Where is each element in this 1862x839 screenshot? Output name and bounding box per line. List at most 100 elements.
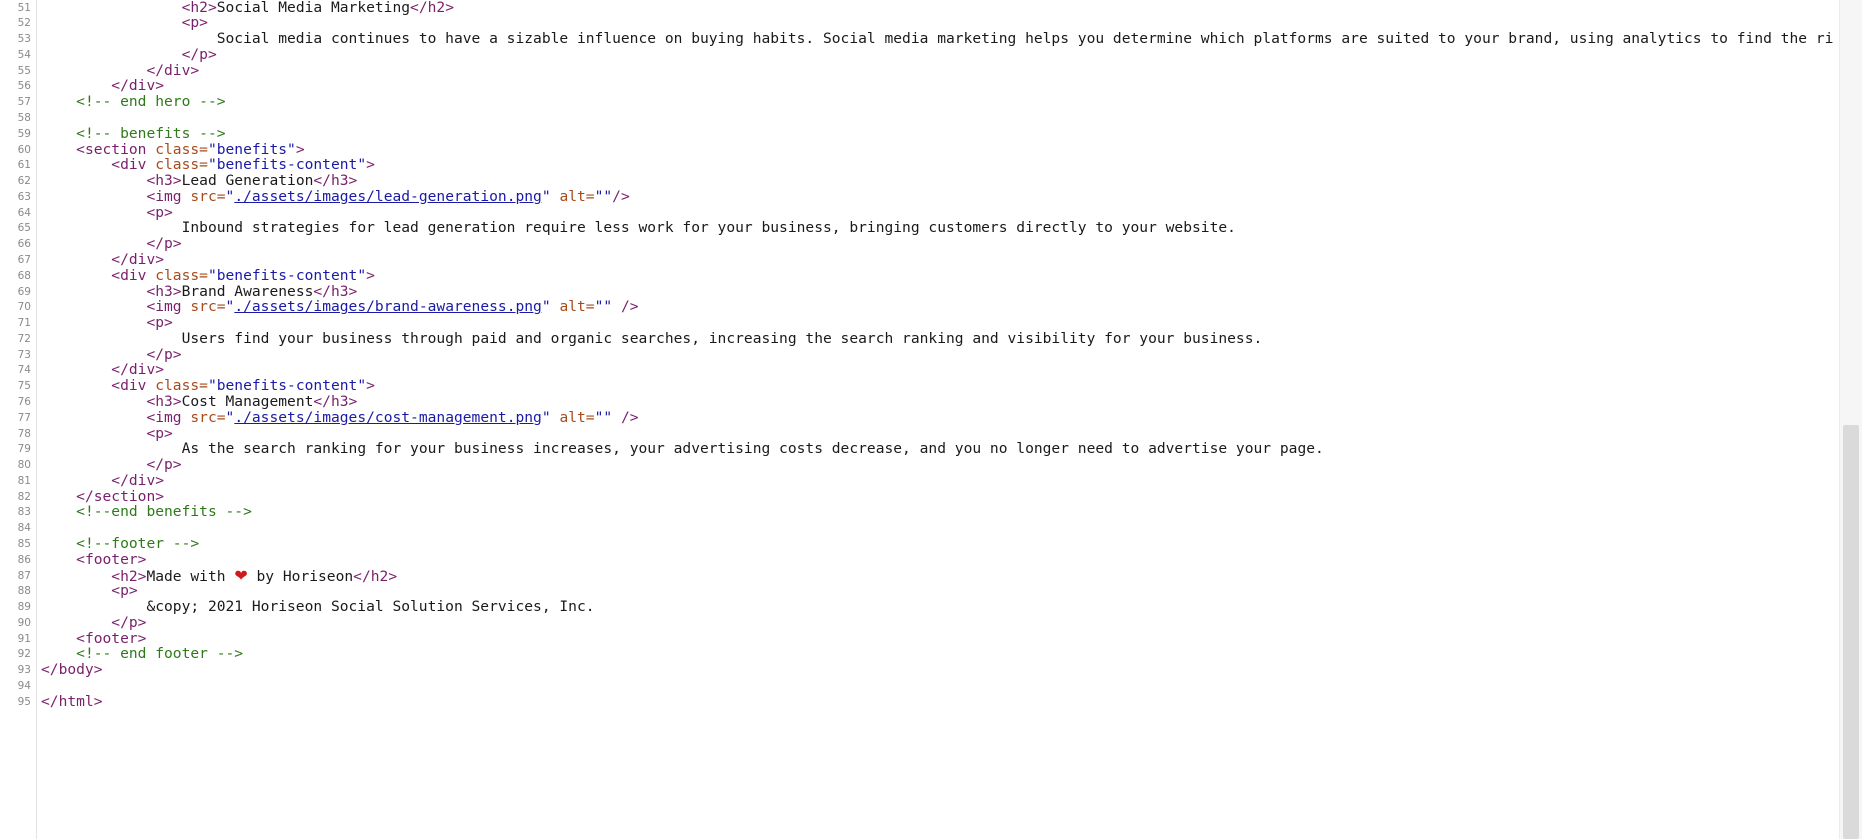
string-token: "benefits-content": [207, 156, 367, 174]
string-token: ": [225, 408, 235, 426]
html-tag-token: <img: [146, 187, 191, 205]
code-line: 95 </html>: [0, 693, 1840, 711]
html-tag-token: <footer>: [76, 550, 147, 568]
html-tag-token: />: [612, 298, 639, 316]
html-tag-token: >: [366, 266, 375, 284]
text-token: Inbound strategies for lead generation r…: [181, 219, 1236, 237]
attribute-token: src=: [190, 298, 226, 316]
html-tag-token: <div: [111, 266, 156, 284]
string-token: "benefits-content": [207, 377, 367, 395]
html-tag-token: </h2>: [410, 0, 454, 16]
string-token: ": [541, 298, 551, 316]
html-tag-token: />: [612, 408, 639, 426]
comment-token: <!-- end footer -->: [76, 645, 244, 663]
html-tag-token: <footer>: [76, 629, 147, 647]
html-tag-token: <img: [146, 298, 191, 316]
html-tag-token: >: [295, 140, 305, 158]
html-tag-token: </p>: [181, 45, 217, 63]
text-token: As the search ranking for your business …: [181, 440, 1324, 458]
html-tag-token: <div: [111, 156, 156, 174]
html-tag-token: <section: [76, 140, 156, 158]
attribute-token: class=: [155, 156, 208, 174]
attribute-token: src=: [190, 187, 226, 205]
file-path-link[interactable]: ./assets/images/cost-management.png: [234, 409, 542, 426]
attribute-token: alt=: [550, 408, 595, 426]
string-token: "benefits": [207, 140, 296, 158]
html-tag-token: </p>: [146, 235, 182, 253]
text-token: Users find your business through paid an…: [181, 329, 1263, 347]
text-token: Lead Generation: [181, 172, 314, 190]
comment-token: <!--footer -->: [76, 535, 200, 553]
html-tag-token: </div>: [111, 77, 165, 95]
html-tag-token: </p>: [146, 345, 182, 363]
string-token: ": [541, 408, 551, 426]
html-tag-token: <h3>: [146, 172, 182, 190]
text-token: Cost Management: [181, 393, 314, 410]
string-token: "": [594, 187, 613, 205]
html-tag-token: </p>: [146, 456, 182, 474]
attribute-token: class=: [155, 140, 208, 158]
html-tag-token: <img: [146, 408, 191, 426]
html-tag-token: <div: [111, 377, 156, 395]
scrollbar-thumb[interactable]: [1843, 425, 1859, 839]
source-code-viewer: 51 <h2>Social Media Marketing</h2> 52 <p>…: [0, 0, 1862, 839]
string-token: ": [541, 187, 551, 205]
html-tag-token: >: [366, 156, 375, 174]
attribute-token: class=: [155, 377, 208, 395]
html-tag-token: </section>: [76, 487, 165, 505]
line-number: 95: [17, 695, 31, 708]
text-token: Social Media Marketing: [216, 0, 411, 16]
string-token: ": [225, 187, 235, 205]
string-token: "benefits-content": [207, 266, 367, 284]
html-tag-token: />: [612, 187, 630, 205]
html-tag-token: <h3>: [146, 282, 182, 300]
attribute-token: src=: [190, 408, 226, 426]
html-tag-token: </h3>: [313, 172, 358, 190]
html-tag-token: </html>: [41, 692, 103, 710]
string-token: "": [594, 408, 613, 426]
file-path-link[interactable]: ./assets/images/lead-generation.png: [234, 188, 542, 205]
text-token: &copy; 2021 Horiseon Social Solution Ser…: [146, 598, 595, 616]
html-tag-token: <h3>: [146, 393, 182, 410]
html-tag-token: </p>: [111, 613, 147, 631]
html-tag-token: >: [366, 377, 375, 395]
html-tag-token: <p>: [146, 203, 173, 221]
html-tag-token: <p>: [146, 424, 173, 442]
html-tag-token: </div>: [111, 361, 165, 379]
html-tag-token: <p>: [181, 14, 208, 32]
html-tag-token: </div>: [146, 61, 200, 79]
file-path-link[interactable]: ./assets/images/brand-awareness.png: [234, 298, 542, 315]
html-tag-token: <h2>: [181, 0, 217, 16]
vertical-scrollbar[interactable]: [1839, 0, 1862, 839]
string-token: "": [594, 298, 613, 316]
